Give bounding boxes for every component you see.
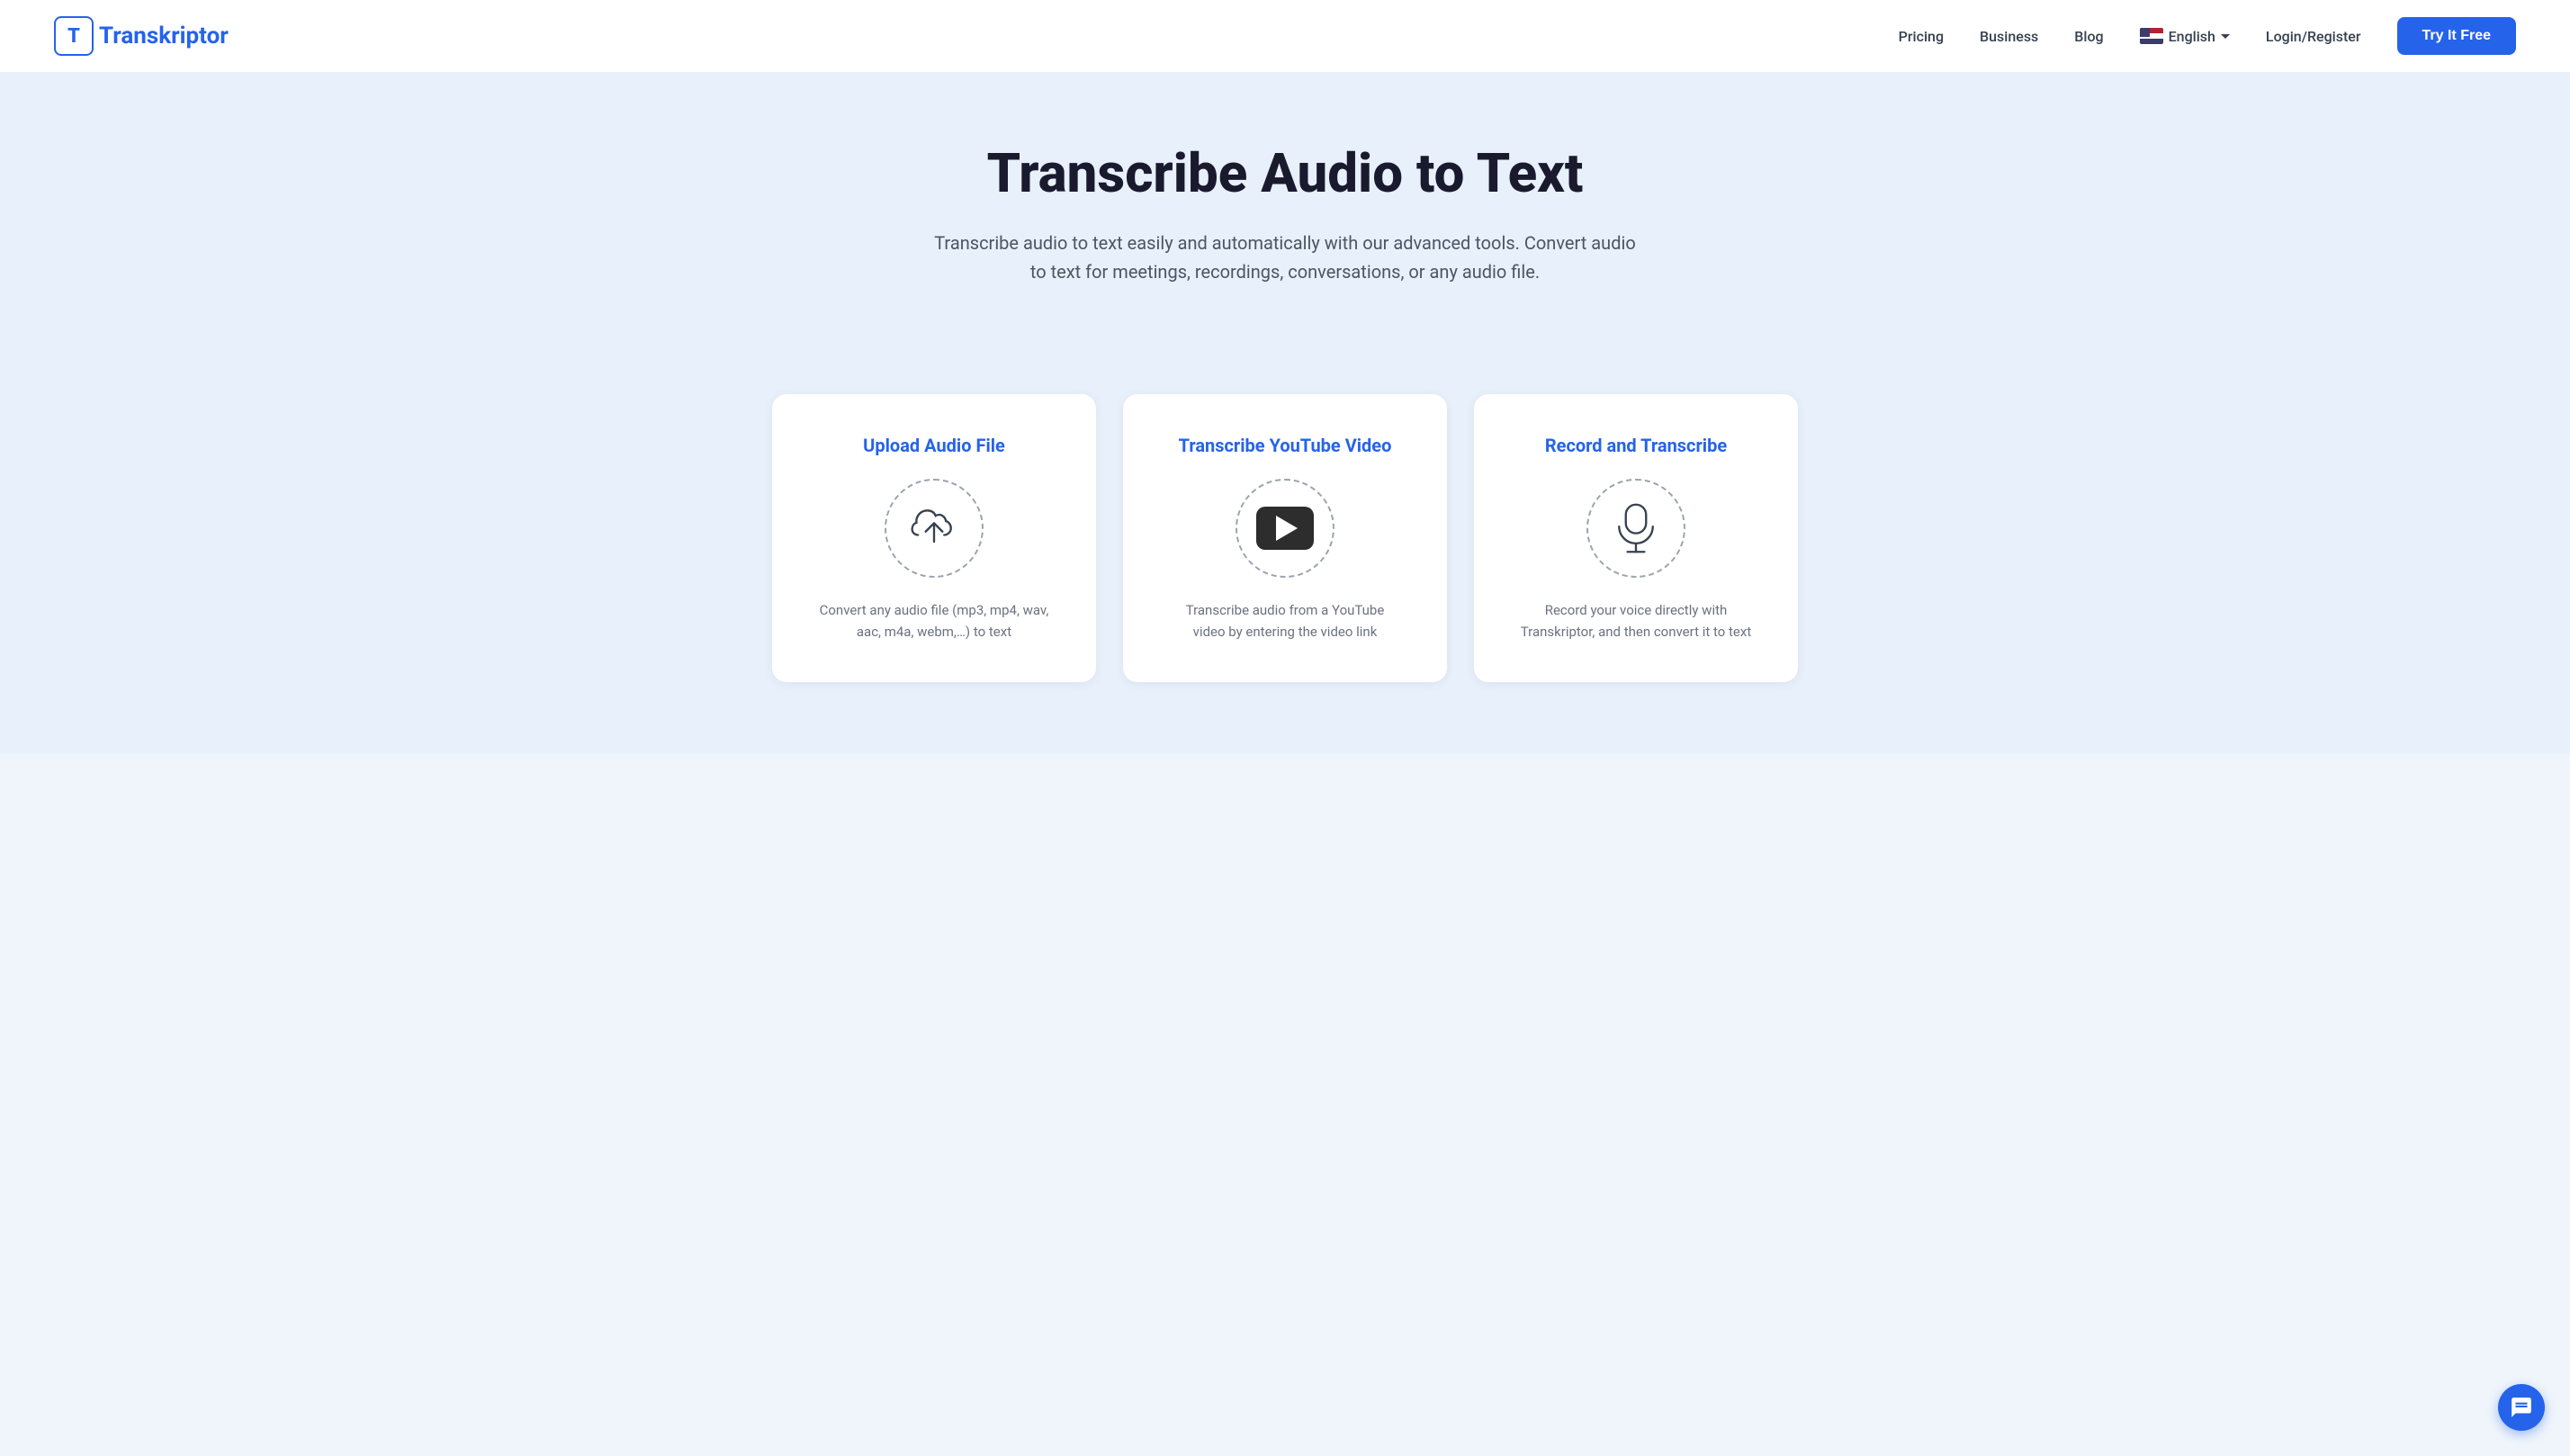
hero-subtitle: Transcribe audio to text easily and auto… bbox=[934, 229, 1636, 286]
card-upload-audio[interactable]: Upload Audio File Convert any audio file… bbox=[772, 394, 1096, 682]
login-register-link[interactable]: Login/Register bbox=[2266, 28, 2361, 45]
microphone-icon bbox=[1611, 501, 1661, 555]
nav-pricing[interactable]: Pricing bbox=[1899, 28, 1944, 45]
nav-blog[interactable]: Blog bbox=[2074, 28, 2103, 45]
logo-link[interactable]: T Transkriptor bbox=[54, 16, 229, 56]
card-youtube-title: Transcribe YouTube Video bbox=[1179, 434, 1392, 457]
youtube-play-icon bbox=[1256, 507, 1314, 550]
cards-section: Upload Audio File Convert any audio file… bbox=[0, 394, 2570, 754]
hero-title: Transcribe Audio to Text bbox=[54, 144, 2516, 203]
language-selector[interactable]: English bbox=[2140, 28, 2230, 45]
card-upload-description: Convert any audio file (mp3, mp4, wav, a… bbox=[817, 599, 1051, 643]
mic-icon-wrapper bbox=[1586, 479, 1685, 578]
hero-section: Transcribe Audio to Text Transcribe audi… bbox=[0, 72, 2570, 394]
navbar: T Transkriptor Pricing Business Blog Eng… bbox=[0, 0, 2570, 72]
card-record-description: Record your voice directly with Transkri… bbox=[1519, 599, 1753, 643]
chat-support-button[interactable] bbox=[2498, 1384, 2545, 1431]
youtube-icon-wrapper bbox=[1236, 479, 1334, 578]
logo-text: Transkriptor bbox=[99, 22, 229, 49]
card-upload-title: Upload Audio File bbox=[863, 434, 1005, 457]
try-it-free-button[interactable]: Try It Free bbox=[2397, 17, 2516, 55]
chevron-down-icon bbox=[2221, 34, 2230, 39]
language-label: English bbox=[2169, 28, 2215, 45]
navbar-nav: Pricing Business Blog English Login/Regi… bbox=[1899, 17, 2516, 55]
card-youtube-description: Transcribe audio from a YouTube video by… bbox=[1168, 599, 1402, 643]
card-record-transcribe[interactable]: Record and Transcribe Record your voice … bbox=[1474, 394, 1798, 682]
card-record-title: Record and Transcribe bbox=[1545, 434, 1727, 457]
upload-cloud-icon bbox=[907, 501, 961, 555]
upload-icon-wrapper bbox=[885, 479, 984, 578]
chat-bubble-icon bbox=[2510, 1396, 2533, 1419]
logo-icon: T bbox=[54, 16, 94, 56]
nav-business[interactable]: Business bbox=[1980, 28, 2038, 45]
flag-icon bbox=[2140, 28, 2163, 44]
card-transcribe-youtube[interactable]: Transcribe YouTube Video Transcribe audi… bbox=[1123, 394, 1447, 682]
